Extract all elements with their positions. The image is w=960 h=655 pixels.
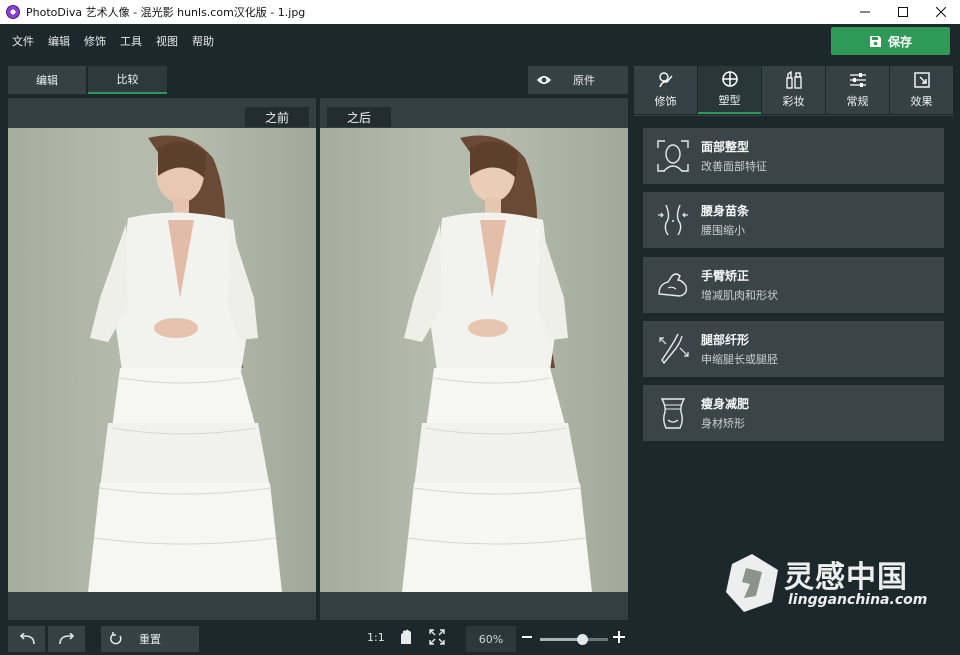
zoom-in-button[interactable] [612,630,626,644]
tab-makeup[interactable]: 彩妆 [762,66,825,114]
close-button[interactable] [922,0,960,24]
save-label: 保存 [887,34,912,49]
close-icon [936,7,946,17]
tool-waist-slim[interactable]: 腰身苗条 腰围缩小 [643,192,944,248]
reset-icon [110,632,122,645]
watermark: 灵感中国 lingganchina.com [722,548,952,618]
menu-retouch[interactable]: 修饰 [84,33,106,49]
tab-edit[interactable]: 编辑 [8,66,86,94]
tab-effects-label: 效果 [910,95,933,108]
tool-arm-name: 手臂矫正 [701,269,750,283]
maximize-button[interactable] [884,0,922,24]
tool-waist-name: 腰身苗条 [701,204,750,218]
plus-icon [613,631,625,643]
redo-button[interactable] [48,626,85,652]
after-label: 之后 [327,107,391,127]
maximize-icon [898,7,908,17]
sliders-icon [849,73,866,87]
menu-file[interactable]: 文件 [12,33,34,49]
fit-screen-button[interactable] [429,629,445,645]
tab-effects[interactable]: 效果 [890,66,953,114]
tab-reshape-label: 塑型 [718,94,741,107]
tool-leg-slim[interactable]: 腿部纤形 申缩腿长或腿胫 [643,321,944,377]
hand-icon [401,629,411,644]
tool-body-name: 瘦身减肥 [701,397,750,411]
save-icon [869,35,881,47]
effects-icon [913,72,930,88]
tool-leg-name: 腿部纤形 [701,333,750,347]
waist-icon [658,204,688,236]
hand-tool-button[interactable] [398,629,414,645]
minimize-icon [860,11,870,13]
menu-tools[interactable]: 工具 [120,33,142,49]
menu-view[interactable]: 视图 [156,33,178,49]
tool-face-reshape[interactable]: 面部整型 改善面部特征 [643,128,944,184]
redo-icon [58,633,74,645]
tab-edit-label: 编辑 [36,74,58,87]
makeup-icon [785,71,802,89]
body-icon [660,398,686,429]
zoom-out-button[interactable] [520,630,534,644]
ratio-1-1-button[interactable]: 1:1 [367,631,385,644]
tool-waist-desc: 腰围缩小 [701,224,745,237]
tabs-divider [634,115,954,116]
menu-edit[interactable]: 编辑 [48,33,70,49]
tool-arm-correct[interactable]: 手臂矫正 增减肌肉和形状 [643,257,944,313]
undo-icon [19,633,35,645]
watermark-text-cn: 灵感中国 [784,560,908,595]
menu-bar: 文件 编辑 修饰 工具 视图 帮助 [0,24,960,58]
window-title: PhotoDiva 艺术人像 - 混光影 hunls.com汉化版 - 1.jp… [26,6,306,19]
zoom-slider-fill [540,638,583,641]
undo-button[interactable] [8,626,45,652]
eye-icon [537,76,551,84]
menu-help[interactable]: 帮助 [192,33,214,49]
tab-reshape[interactable]: 塑型 [698,66,761,114]
reset-button[interactable]: 重置 [101,626,199,652]
tool-body-slim[interactable]: 瘦身减肥 身材矫形 [643,385,944,441]
tab-general-label: 常规 [846,95,869,108]
portrait-image [88,135,282,592]
tool-leg-desc: 申缩腿长或腿胫 [701,353,778,366]
zoom-slider[interactable] [540,634,608,645]
tab-compare[interactable]: 比较 [88,66,167,94]
watermark-logo-icon [726,554,778,612]
tab-general[interactable]: 常规 [826,66,889,114]
reshape-icon [721,71,738,87]
app-logo-icon [6,5,20,19]
zoom-input[interactable]: 60% [466,626,516,652]
after-photo[interactable] [320,128,628,592]
tab-retouch[interactable]: 修饰 [634,66,697,114]
view-mode-tabs: 编辑 比较 [8,66,167,94]
original-label: 原件 [573,74,595,87]
before-label: 之前 [245,107,309,127]
retouch-icon [658,72,673,88]
before-photo[interactable] [8,128,316,592]
zoom-slider-handle[interactable] [577,634,589,645]
portrait-image-edited [402,135,592,592]
bottom-toolbar: 重置 1:1 60% [0,620,632,655]
minus-icon [522,636,532,638]
original-button[interactable]: 原件 [528,66,628,94]
tool-face-name: 面部整型 [701,140,750,154]
title-bar: PhotoDiva 艺术人像 - 混光影 hunls.com汉化版 - 1.jp… [0,0,960,24]
face-icon [657,140,689,172]
fit-screen-icon [429,629,445,645]
minimize-button[interactable] [846,0,884,24]
arm-icon [658,273,688,297]
after-viewer: 之后 [320,98,628,620]
tool-body-desc: 身材矫形 [701,417,745,430]
tab-compare-label: 比较 [116,73,139,86]
category-tabs: 修饰 塑型 彩妆 常规 效果 [634,66,954,114]
before-viewer: 之前 [8,98,316,620]
tab-makeup-label: 彩妆 [782,95,805,108]
tab-retouch-label: 修饰 [654,95,677,108]
watermark-text-en: lingganchina.com [788,592,928,608]
tool-arm-desc: 增减肌肉和形状 [701,289,778,302]
tool-face-desc: 改善面部特征 [701,160,767,173]
leg-icon [659,333,689,365]
reset-label: 重置 [139,633,161,646]
save-button[interactable]: 保存 [831,27,950,55]
